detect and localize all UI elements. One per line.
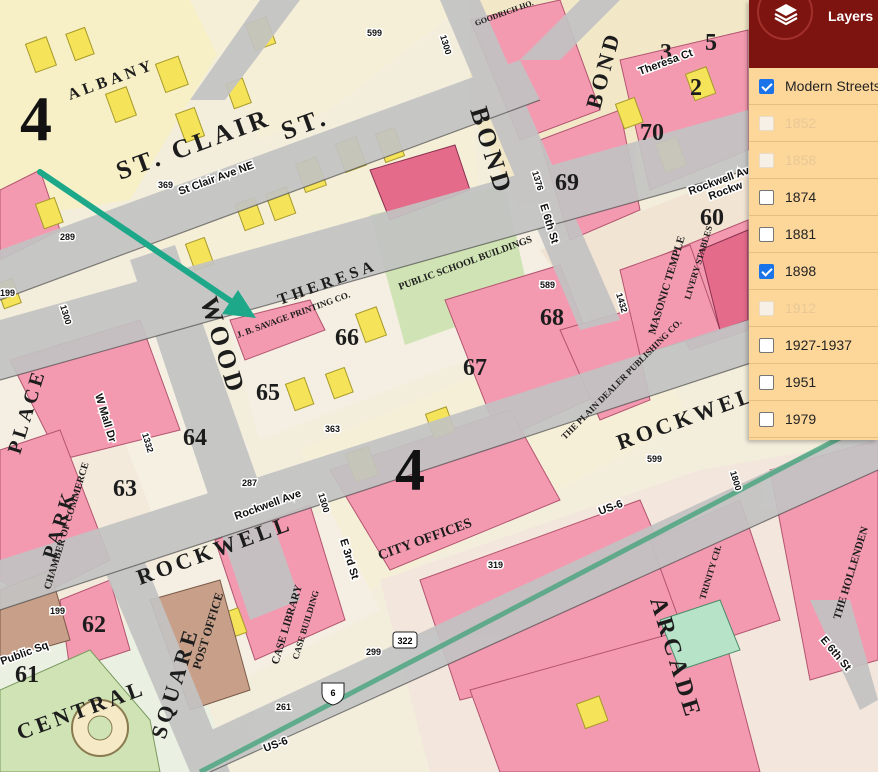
layers-icon[interactable] xyxy=(757,0,813,40)
block-number: 69 xyxy=(555,170,579,196)
block-number: 70 xyxy=(640,120,664,146)
road-number: 299 xyxy=(366,647,381,657)
layer-checkbox xyxy=(759,115,774,131)
ward-number-2: 4 xyxy=(395,437,425,503)
layer-option-modern-streets[interactable]: Modern Streets xyxy=(749,68,878,105)
road-number: 287 xyxy=(242,478,257,488)
svg-text:322: 322 xyxy=(397,636,412,646)
layer-checkbox[interactable] xyxy=(759,374,774,390)
layer-label: 1874 xyxy=(785,189,817,205)
layer-label: 1858 xyxy=(785,152,817,168)
historic-map[interactable]: 4 4 70 69 68 67 66 65 64 63 62 61 60 2 3… xyxy=(0,0,878,772)
block-number: 63 xyxy=(113,476,137,502)
layer-option-1898[interactable]: 1898 xyxy=(749,253,878,290)
block-number: 2 xyxy=(690,75,702,101)
layer-label: 1881 xyxy=(785,226,817,242)
road-number: 261 xyxy=(276,702,291,712)
road-number: 599 xyxy=(647,454,662,464)
road-number: 199 xyxy=(50,606,65,616)
block-number: 61 xyxy=(15,662,39,688)
layer-list: Modern Streets 1852 1858 1874 1881 1898 1912 19… xyxy=(749,68,878,438)
layer-checkbox[interactable] xyxy=(759,411,774,427)
ward-number-1: 4 xyxy=(20,83,52,154)
layer-label: 1898 xyxy=(785,263,817,279)
road-number: 289 xyxy=(60,232,75,242)
block-number: 66 xyxy=(335,325,359,351)
road-number: 199 xyxy=(0,288,15,298)
route-shield-322: 322 xyxy=(392,631,418,649)
layer-option-1951[interactable]: 1951 xyxy=(749,364,878,401)
layer-checkbox[interactable] xyxy=(759,189,774,205)
block-number: 67 xyxy=(463,355,487,381)
layer-option-1927-1937[interactable]: 1927-1937 xyxy=(749,327,878,364)
layer-checkbox[interactable] xyxy=(759,337,774,353)
layer-label: 1912 xyxy=(785,300,817,316)
block-number: 64 xyxy=(183,425,207,451)
layer-checkbox xyxy=(759,300,774,316)
layer-checkbox xyxy=(759,152,774,168)
layer-checkbox[interactable] xyxy=(759,263,774,279)
layer-option-1881[interactable]: 1881 xyxy=(749,216,878,253)
layers-panel-title: Layers xyxy=(828,8,874,24)
layers-panel: Layers Modern Streets 1852 1858 1874 1881 189… xyxy=(749,0,878,440)
layer-label: 1927-1937 xyxy=(785,337,852,353)
layer-option-1852: 1852 xyxy=(749,105,878,142)
layer-checkbox[interactable] xyxy=(759,226,774,242)
block-number: 62 xyxy=(82,612,106,638)
road-number: 363 xyxy=(325,424,340,434)
layer-option-1874[interactable]: 1874 xyxy=(749,179,878,216)
svg-text:6: 6 xyxy=(330,688,335,698)
layers-panel-header: Layers xyxy=(749,0,878,68)
block-number: 5 xyxy=(705,30,717,56)
block-number: 68 xyxy=(540,305,564,331)
layer-option-1979[interactable]: 1979 xyxy=(749,401,878,438)
layer-label: 1852 xyxy=(785,115,817,131)
route-shield-us6: 6 xyxy=(321,682,345,706)
layer-checkbox[interactable] xyxy=(759,78,774,94)
layer-label: 1979 xyxy=(785,411,817,427)
layer-label: 1951 xyxy=(785,374,817,390)
road-number: 369 xyxy=(158,180,173,190)
road-number: 589 xyxy=(540,280,555,290)
layer-label: Modern Streets xyxy=(785,78,878,94)
layer-option-1912: 1912 xyxy=(749,290,878,327)
block-number: 65 xyxy=(256,380,280,406)
road-number: 599 xyxy=(367,28,382,38)
layer-option-1858: 1858 xyxy=(749,142,878,179)
road-number: 319 xyxy=(488,560,503,570)
